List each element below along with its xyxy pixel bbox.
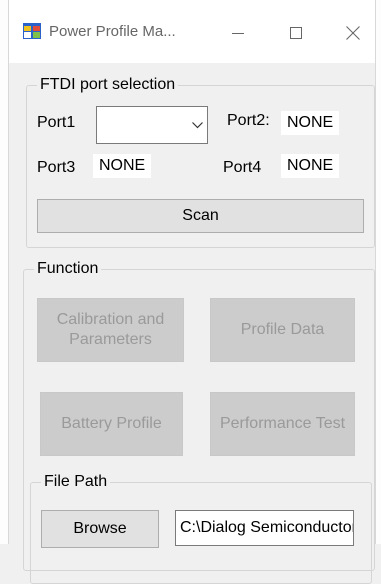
- client-area: FTDI port selection Port1 Port2: NONE Po…: [9, 63, 375, 584]
- window-title: Power Profile Ma...: [49, 23, 176, 40]
- file-path-groupbox: File Path Browse C:\Dialog Semiconductor: [30, 473, 372, 584]
- port4-value: NONE: [281, 154, 340, 178]
- window-left-edge: [0, 0, 9, 544]
- title-bar[interactable]: Power Profile Ma...: [9, 0, 375, 63]
- port2-label: Port2:: [227, 112, 270, 129]
- scan-button[interactable]: Scan: [37, 199, 364, 233]
- minimize-icon: [232, 33, 244, 34]
- app-icon: [23, 23, 41, 39]
- port3-value: NONE: [93, 154, 152, 178]
- port3-label: Port3: [37, 159, 76, 176]
- battery-profile-button[interactable]: Battery Profile: [40, 392, 183, 456]
- function-legend: Function: [34, 260, 102, 278]
- maximize-icon: [290, 27, 302, 39]
- close-icon: [346, 26, 360, 40]
- function-groupbox: Function Calibration and Parameters Prof…: [23, 260, 375, 584]
- window-right-edge: [375, 0, 381, 544]
- port1-combobox[interactable]: [96, 106, 208, 144]
- close-button[interactable]: [333, 16, 373, 50]
- minimize-button[interactable]: [218, 16, 258, 50]
- calibration-parameters-button[interactable]: Calibration and Parameters: [37, 298, 184, 362]
- maximize-button[interactable]: [276, 16, 316, 50]
- performance-test-button[interactable]: Performance Test: [210, 392, 355, 456]
- ftdi-port-legend: FTDI port selection: [37, 76, 179, 94]
- port2-value: NONE: [281, 111, 340, 135]
- port1-label: Port1: [37, 114, 76, 131]
- file-path-field[interactable]: C:\Dialog Semiconductor: [175, 510, 354, 546]
- port4-label: Port4: [223, 159, 262, 176]
- profile-data-button[interactable]: Profile Data: [210, 298, 355, 362]
- file-path-legend: File Path: [41, 473, 111, 491]
- ftdi-port-groupbox: FTDI port selection Port1 Port2: NONE Po…: [26, 76, 375, 248]
- browse-button[interactable]: Browse: [41, 510, 159, 548]
- chevron-down-icon[interactable]: [188, 108, 206, 142]
